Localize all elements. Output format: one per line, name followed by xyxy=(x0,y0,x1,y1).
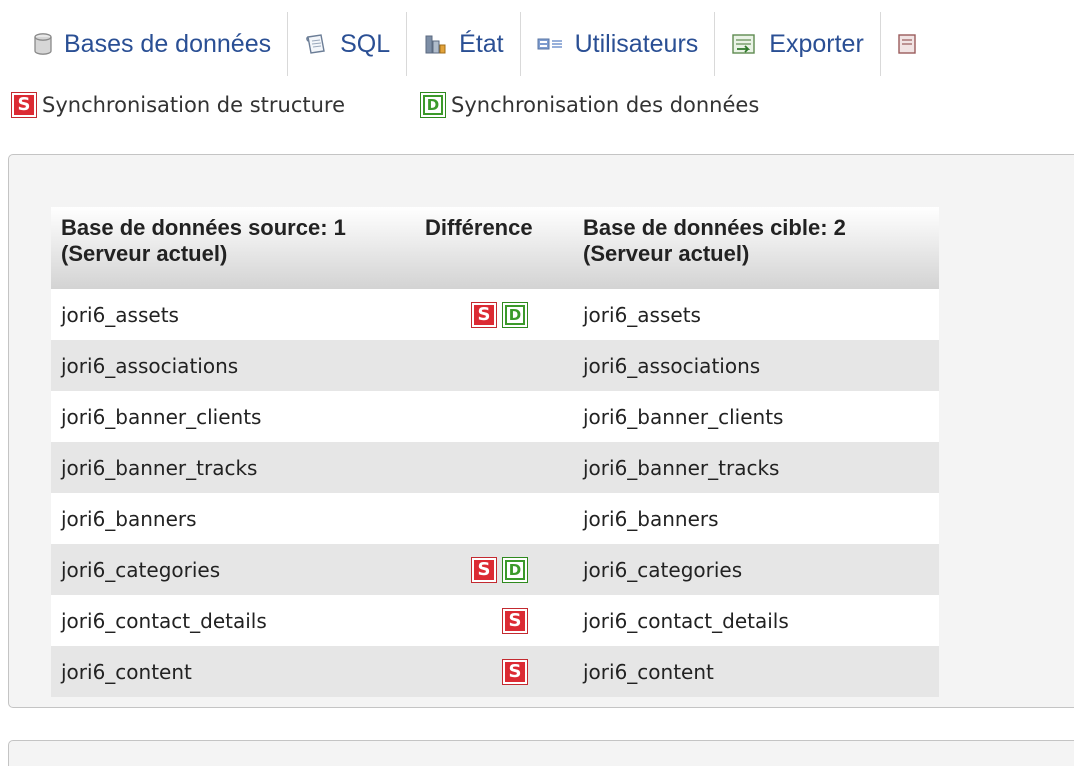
table-row: jori6_contact_details Sjori6_contact_deta… xyxy=(51,595,939,646)
source-table-name: jori6_assets xyxy=(51,289,419,340)
tab-status[interactable]: État xyxy=(407,12,521,76)
tab-databases[interactable]: Bases de données xyxy=(0,12,289,76)
source-db-header: Base de données source: 1 (Serveur actue… xyxy=(51,207,419,289)
target-table-name: jori6_banner_tracks xyxy=(573,442,939,493)
tab-users-label: Utilisateurs xyxy=(574,29,699,58)
legend-structure: S Synchronisation de structure xyxy=(11,92,346,118)
tab-sql[interactable]: SQL xyxy=(288,12,408,76)
target-db-header: Base de données cible: 2 (Serveur actuel… xyxy=(573,207,939,289)
target-table-name: jori6_associations xyxy=(573,340,939,391)
difference-cell xyxy=(419,340,573,391)
sync-page: Bases de données SQL État Utilisateurs E… xyxy=(0,0,1074,766)
tab-databases-label: Bases de données xyxy=(64,29,272,58)
source-table-name: jori6_categories xyxy=(51,544,419,595)
export-icon xyxy=(731,32,757,56)
table-row: jori6_banners jori6_banners xyxy=(51,493,939,544)
difference-cell: SD xyxy=(419,544,573,595)
difference-cell xyxy=(419,442,573,493)
table-header-row: Base de données source: 1 (Serveur actue… xyxy=(51,207,939,289)
table-row: jori6_assets S Djori6_assets xyxy=(51,289,939,340)
top-menu: Bases de données SQL État Utilisateurs E… xyxy=(0,12,1074,76)
table-row: jori6_categories S Djori6_categories xyxy=(51,544,939,595)
database-icon xyxy=(34,33,52,55)
table-row: jori6_banner_tracks jori6_banner_tracks xyxy=(51,442,939,493)
target-table-name: jori6_banners xyxy=(573,493,939,544)
source-table-name: jori6_contact_details xyxy=(51,595,419,646)
target-table-name: jori6_categories xyxy=(573,544,939,595)
structure-diff-button[interactable]: S xyxy=(502,608,528,635)
difference-cell xyxy=(419,493,573,544)
structure-diff-button[interactable]: S xyxy=(471,557,497,584)
source-table-name: jori6_content xyxy=(51,646,419,697)
structure-sync-icon: S xyxy=(11,92,37,118)
source-table-name: jori6_associations xyxy=(51,340,419,391)
source-table-name: jori6_banners xyxy=(51,493,419,544)
tab-users[interactable]: Utilisateurs xyxy=(521,12,716,76)
sql-page-icon xyxy=(304,32,328,56)
legend-data-label: Synchronisation des données xyxy=(451,93,760,117)
tab-sql-label: SQL xyxy=(340,29,391,58)
import-icon xyxy=(897,32,917,56)
difference-cell xyxy=(419,391,573,442)
tab-status-label: État xyxy=(459,29,504,58)
comparison-table: Base de données source: 1 (Serveur actue… xyxy=(51,207,939,697)
source-table-name: jori6_banner_tracks xyxy=(51,442,419,493)
sync-legend: S Synchronisation de structure D Synchro… xyxy=(11,90,760,120)
difference-cell: S xyxy=(419,646,573,697)
status-chart-icon xyxy=(423,32,447,56)
tab-more[interactable] xyxy=(881,12,929,76)
target-table-name: jori6_content xyxy=(573,646,939,697)
difference-header: Différence xyxy=(419,207,573,289)
source-table-name: jori6_banner_clients xyxy=(51,391,419,442)
structure-diff-button[interactable]: S xyxy=(471,302,497,329)
target-table-name: jori6_assets xyxy=(573,289,939,340)
target-table-name: jori6_contact_details xyxy=(573,595,939,646)
difference-cell: SD xyxy=(419,289,573,340)
tab-export[interactable]: Exporter xyxy=(715,12,881,76)
table-row: jori6_associations jori6_associations xyxy=(51,340,939,391)
data-diff-button[interactable]: D xyxy=(502,302,528,329)
tab-export-label: Exporter xyxy=(769,29,864,58)
comparison-fieldset: Base de données source: 1 (Serveur actue… xyxy=(8,154,1074,708)
data-sync-icon: D xyxy=(420,92,447,118)
table-row: jori6_banner_clients jori6_banner_clients xyxy=(51,391,939,442)
target-table-name: jori6_banner_clients xyxy=(573,391,939,442)
structure-diff-button[interactable]: S xyxy=(502,659,528,686)
legend-structure-label: Synchronisation de structure xyxy=(42,93,346,117)
users-icon xyxy=(537,36,563,52)
second-fieldset xyxy=(8,740,1074,766)
data-diff-button[interactable]: D xyxy=(502,557,528,584)
difference-cell: S xyxy=(419,595,573,646)
legend-data: D Synchronisation des données xyxy=(420,92,760,118)
table-row: jori6_content Sjori6_content xyxy=(51,646,939,697)
